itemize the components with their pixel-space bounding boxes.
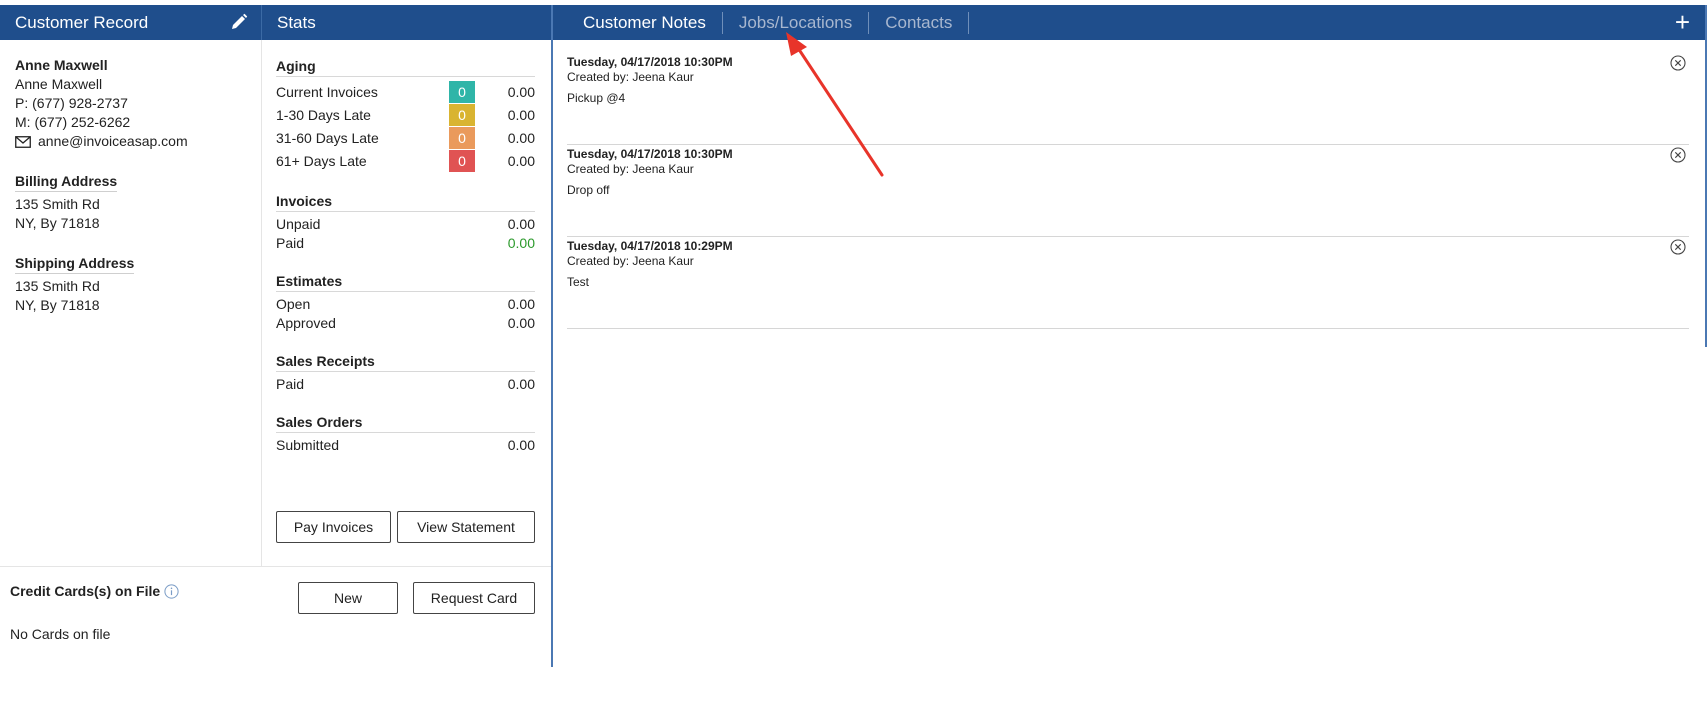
note-text: Drop off [567, 183, 610, 197]
customer-info: Anne Maxwell Anne Maxwell P: (677) 928-2… [15, 56, 255, 315]
email-row: anne@invoiceasap.com [15, 132, 255, 151]
notes-list: Tuesday, 04/17/2018 10:30PM Created by: … [567, 53, 1689, 329]
invoices-paid-row: Paid 0.00 [276, 234, 535, 253]
contact-name: Anne Maxwell [15, 76, 103, 92]
aging-row: Current Invoices 0 0.00 [276, 80, 535, 103]
stats-title: Stats [277, 12, 316, 32]
shipping-address: Shipping Address 135 Smith Rd NY, By 718… [15, 253, 255, 315]
note-item: Tuesday, 04/17/2018 10:30PM Created by: … [567, 53, 1689, 145]
aging-label: 1-30 Days Late [276, 106, 371, 123]
billing-address: Billing Address 135 Smith Rd NY, By 7181… [15, 171, 255, 233]
note-author: Created by: Jeena Kaur [567, 70, 694, 84]
customer-record-title: Customer Record [15, 12, 149, 32]
credit-cards-title: Credit Cards(s) on File [10, 583, 161, 599]
aging-count-badge: 0 [449, 126, 475, 149]
paid-label: Paid [276, 235, 305, 251]
phone-number: P: (677) 928-2737 [15, 95, 128, 111]
sales-receipts-title: Sales Receipts [276, 351, 535, 372]
submitted-label: Submitted [276, 437, 340, 453]
sales-orders-title: Sales Orders [276, 412, 535, 433]
envelope-icon [15, 135, 31, 148]
estimates-approved-row: Approved 0.00 [276, 314, 535, 333]
section-divider [0, 566, 551, 567]
pencil-icon[interactable] [230, 13, 248, 31]
billing-line2: NY, By 71818 [15, 215, 100, 231]
note-timestamp: Tuesday, 04/17/2018 10:29PM [567, 239, 733, 253]
mobile-number: M: (677) 252-6262 [15, 114, 131, 130]
tab-contacts[interactable]: Contacts [869, 11, 970, 34]
info-icon[interactable] [164, 583, 179, 599]
tab-jobs-locations[interactable]: Jobs/Locations [723, 11, 870, 34]
aging-row: 31-60 Days Late 0 0.00 [276, 126, 535, 149]
aging-amount: 0.00 [507, 129, 535, 146]
sales-orders-submitted-row: Submitted 0.00 [276, 436, 535, 455]
aging-row: 1-30 Days Late 0 0.00 [276, 103, 535, 126]
approved-amount: 0.00 [507, 315, 535, 331]
aging-label: 61+ Days Late [276, 152, 367, 169]
aging-label: 31-60 Days Late [276, 129, 379, 146]
shipping-address-title: Shipping Address [15, 253, 135, 274]
customer-record-header: Customer Record [0, 5, 262, 40]
aging-amount: 0.00 [507, 106, 535, 123]
close-circle-icon[interactable] [1670, 239, 1686, 255]
view-statement-button[interactable]: View Statement [397, 511, 535, 543]
note-timestamp: Tuesday, 04/17/2018 10:30PM [567, 147, 733, 161]
notes-tabbar: Customer Notes Jobs/Locations Contacts + [553, 5, 1707, 40]
receipts-paid-label: Paid [276, 376, 305, 392]
stats-panel: Aging Current Invoices 0 0.00 1-30 Days … [276, 56, 535, 455]
tab-customer-notes[interactable]: Customer Notes [568, 11, 723, 34]
estimates-title: Estimates [276, 271, 535, 292]
note-text: Test [567, 275, 590, 289]
aging-count-badge: 0 [449, 80, 475, 103]
shipping-line2: NY, By 71818 [15, 297, 100, 313]
paid-amount: 0.00 [507, 235, 535, 251]
no-cards-message: No Cards on file [10, 626, 111, 642]
aging-row: 61+ Days Late 0 0.00 [276, 149, 535, 172]
open-amount: 0.00 [507, 296, 535, 312]
submitted-amount: 0.00 [507, 437, 535, 453]
approved-label: Approved [276, 315, 336, 331]
pay-invoices-button[interactable]: Pay Invoices [276, 511, 391, 543]
aging-amount: 0.00 [507, 152, 535, 169]
billing-address-title: Billing Address [15, 171, 118, 192]
note-item: Tuesday, 04/17/2018 10:29PM Created by: … [567, 237, 1689, 329]
close-circle-icon[interactable] [1670, 55, 1686, 71]
open-label: Open [276, 296, 311, 312]
aging-count-badge: 0 [449, 149, 475, 172]
aging-title: Aging [276, 56, 535, 77]
note-author: Created by: Jeena Kaur [567, 254, 694, 268]
email-link[interactable]: anne@invoiceasap.com [38, 132, 188, 151]
invoices-title: Invoices [276, 191, 535, 212]
customer-name: Anne Maxwell [15, 57, 108, 73]
sales-receipts-paid-row: Paid 0.00 [276, 375, 535, 394]
invoices-unpaid-row: Unpaid 0.00 [276, 215, 535, 234]
unpaid-amount: 0.00 [507, 216, 535, 232]
billing-line1: 135 Smith Rd [15, 196, 100, 212]
note-text: Pickup @4 [567, 91, 626, 105]
request-card-button[interactable]: Request Card [413, 582, 535, 614]
estimates-open-row: Open 0.00 [276, 295, 535, 314]
stats-header: Stats [261, 5, 551, 40]
close-circle-icon[interactable] [1670, 147, 1686, 163]
aging-count-badge: 0 [449, 103, 475, 126]
aging-amount: 0.00 [507, 83, 535, 100]
shipping-line1: 135 Smith Rd [15, 278, 100, 294]
aging-label: Current Invoices [276, 83, 378, 100]
receipts-paid-amount: 0.00 [507, 376, 535, 392]
note-author: Created by: Jeena Kaur [567, 162, 694, 176]
plus-icon[interactable]: + [1675, 9, 1690, 35]
column-divider [261, 40, 262, 566]
note-timestamp: Tuesday, 04/17/2018 10:30PM [567, 55, 733, 69]
panel-divider [551, 5, 553, 667]
credit-cards-title-row: Credit Cards(s) on File [10, 583, 179, 599]
unpaid-label: Unpaid [276, 216, 321, 232]
new-card-button[interactable]: New [298, 582, 398, 614]
note-item: Tuesday, 04/17/2018 10:30PM Created by: … [567, 145, 1689, 237]
